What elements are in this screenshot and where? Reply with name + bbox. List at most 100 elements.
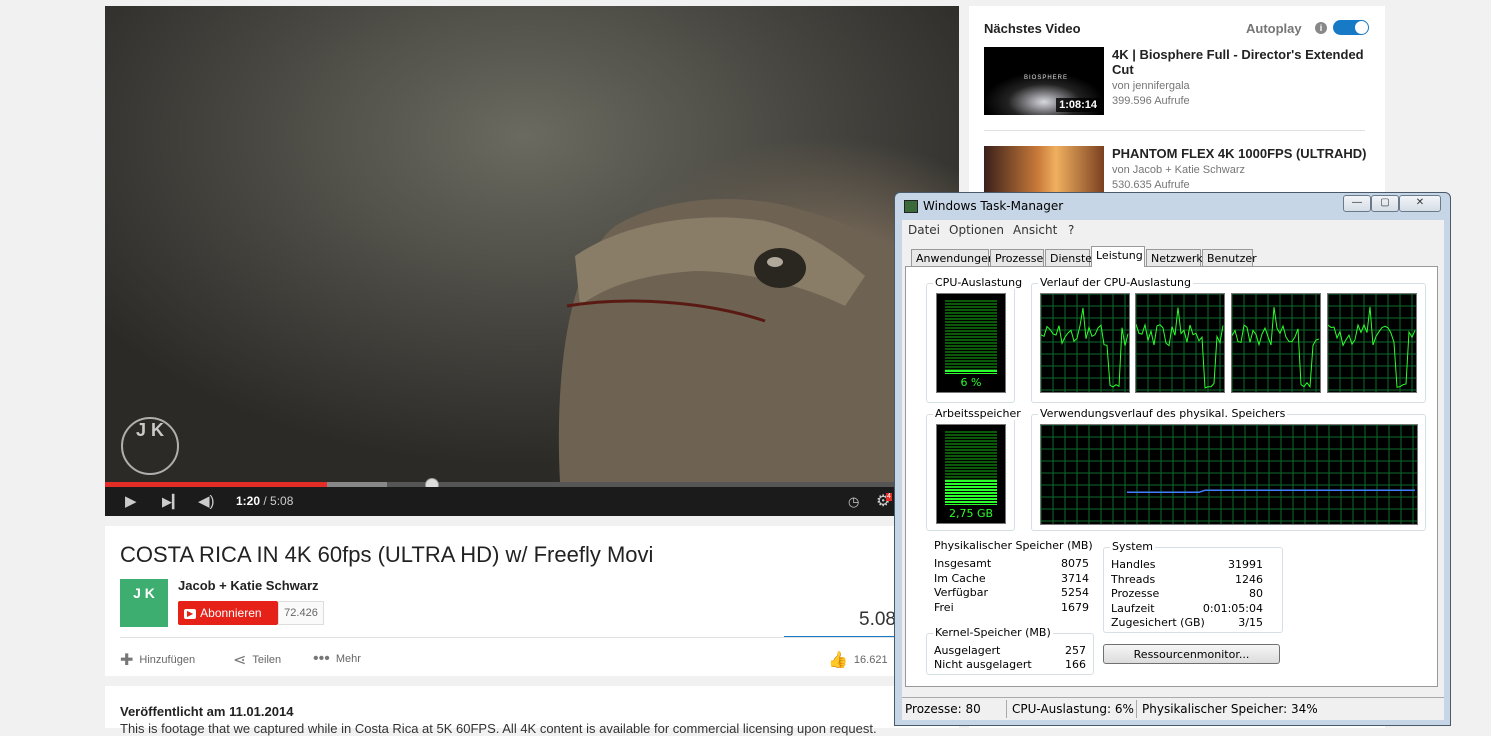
thumbs-up-icon: 👍 xyxy=(828,652,848,669)
related-video-views: 530.635 Aufrufe xyxy=(1112,179,1190,191)
current-time: 1:20 xyxy=(236,494,261,508)
menu-datei[interactable]: Datei xyxy=(908,223,940,237)
stat-value: 3714 xyxy=(1061,572,1089,585)
share-button[interactable]: ⋖ Teilen xyxy=(233,650,281,670)
menu-ansicht[interactable]: Ansicht xyxy=(1013,223,1057,237)
channel-watermark[interactable]: J K xyxy=(121,417,179,475)
system-label: System xyxy=(1110,540,1156,553)
more-button[interactable]: ••• Mehr xyxy=(313,650,361,668)
task-manager-window[interactable]: Windows Task-Manager — ▢ ✕ Datei Optione… xyxy=(894,192,1451,726)
description-text: This is footage that we captured while i… xyxy=(120,721,877,736)
time-display: 1:20 / 5:08 xyxy=(236,487,293,516)
stat-row: Zugesichert (GB) 3/15 xyxy=(1111,616,1263,629)
player-controls: ▶ ▶▎ ◀) 1:20 / 5:08 ◷ ⚙ 4 xyxy=(105,487,959,516)
cpu-history-graph xyxy=(1231,293,1321,393)
tab-benutzer[interactable]: Benutzer xyxy=(1202,249,1257,266)
stat-row: Prozesse 80 xyxy=(1111,587,1263,600)
plus-icon: ✚ xyxy=(120,652,134,669)
youtube-play-icon: ▶ xyxy=(184,608,197,619)
cpu-history-line xyxy=(1328,306,1416,388)
stat-key: Verfügbar xyxy=(934,586,989,599)
related-video-title[interactable]: PHANTOM FLEX 4K 1000FPS (ULTRAHD) xyxy=(1112,146,1377,161)
stat-value: 1679 xyxy=(1061,601,1089,614)
avatar-text: J K xyxy=(133,585,155,601)
meter-background xyxy=(945,300,997,374)
stat-key: Zugesichert (GB) xyxy=(1111,616,1205,629)
tab-dienste[interactable]: Dienste xyxy=(1045,249,1092,266)
channel-avatar[interactable]: J K xyxy=(120,579,168,627)
status-processes: Prozesse: 80 xyxy=(905,702,981,716)
next-icon[interactable]: ▶▎ xyxy=(162,487,182,516)
memory-history-group: Verwendungsverlauf des physikal. Speiche… xyxy=(1031,407,1426,531)
volume-icon[interactable]: ◀) xyxy=(198,487,215,516)
tab-anwendungen[interactable]: Anwendungen xyxy=(911,249,995,266)
cpu-meter: 6 % xyxy=(936,293,1006,393)
memory-usage-value: 2,75 GB xyxy=(948,507,994,520)
stat-row: Laufzeit 0:01:05:04 xyxy=(1111,602,1263,615)
autoplay-toggle[interactable] xyxy=(1333,20,1369,35)
like-count: 16.621 xyxy=(853,653,888,666)
stat-value: 1246 xyxy=(1235,573,1263,586)
video-thumbnail[interactable]: BIOSPHERE 1:08:14 xyxy=(984,47,1104,115)
channel-name-link[interactable]: Jacob + Katie Schwarz xyxy=(178,578,319,593)
share-icon: ⋖ xyxy=(233,652,247,669)
stat-row: Frei 1679 xyxy=(934,601,1089,614)
next-video-heading: Nächstes Video xyxy=(984,21,1081,36)
notification-badge: 4 xyxy=(886,493,892,501)
stat-value: 257 xyxy=(1065,644,1086,657)
stat-value: 0:01:05:04 xyxy=(1202,602,1263,615)
minimize-button[interactable]: — xyxy=(1343,195,1371,212)
watch-later-icon[interactable]: ◷ xyxy=(848,487,859,516)
memory-meter-fill xyxy=(945,480,997,505)
cpu-history-line xyxy=(1041,307,1129,388)
stat-value: 166 xyxy=(1065,658,1086,671)
subscribe-button[interactable]: ▶ Abonnieren xyxy=(178,601,278,625)
stat-key: Handles xyxy=(1111,558,1156,571)
menu-help[interactable]: ? xyxy=(1068,223,1074,237)
add-label: Hinzufügen xyxy=(139,653,196,666)
memory-meter: 2,75 GB xyxy=(936,424,1006,524)
related-video-views: 399.596 Aufrufe xyxy=(1112,95,1190,107)
maximize-button[interactable]: ▢ xyxy=(1371,195,1399,212)
stat-row: Insgesamt 8075 xyxy=(934,557,1089,570)
cpu-usage-value: 6 % xyxy=(960,376,982,389)
physical-memory-group: Physikalischer Speicher (MB) Insgesamt 80… xyxy=(926,539,1095,619)
stat-key: Prozesse xyxy=(1111,587,1160,600)
related-video-author: von jennifergala xyxy=(1112,80,1190,92)
divider xyxy=(120,637,959,638)
tab-leistung[interactable]: Leistung xyxy=(1091,246,1145,267)
cpu-history-graph xyxy=(1135,293,1225,393)
video-image xyxy=(558,199,959,482)
stat-key: Nicht ausgelagert xyxy=(934,658,1032,671)
more-dots-icon: ••• xyxy=(313,650,330,667)
cpu-history-group: Verlauf der CPU-Auslastung xyxy=(1031,276,1426,403)
video-player[interactable]: J K ▶ ▶▎ ◀) 1:20 / 5:08 ◷ ⚙ 4 xyxy=(105,6,959,516)
stat-row: Threads 1246 xyxy=(1111,573,1263,586)
description-panel: Veröffentlicht am 11.01.2014 This is foo… xyxy=(105,686,959,736)
task-manager-icon xyxy=(904,200,918,213)
video-frame[interactable]: J K xyxy=(105,6,959,482)
tab-netzwerk[interactable]: Netzwerk xyxy=(1146,249,1203,266)
menu-optionen[interactable]: Optionen xyxy=(949,223,1004,237)
performance-panel: CPU-Auslastung 6 % Verlauf der CPU-Ausla… xyxy=(905,266,1438,687)
stat-key: Threads xyxy=(1111,573,1156,586)
resource-monitor-button[interactable]: Ressourcenmonitor... xyxy=(1103,644,1280,664)
memory-history-label: Verwendungsverlauf des physikal. Speiche… xyxy=(1038,407,1288,420)
like-button[interactable]: 👍 16.621 xyxy=(828,650,888,670)
cpu-history-graph xyxy=(1327,293,1417,393)
status-memory: Physikalischer Speicher: 34% xyxy=(1142,702,1318,716)
share-label: Teilen xyxy=(252,653,282,666)
close-button[interactable]: ✕ xyxy=(1399,195,1441,212)
related-video-title[interactable]: 4K | Biosphere Full - Director's Extende… xyxy=(1112,47,1377,77)
memory-history-line xyxy=(1127,489,1415,494)
info-icon[interactable]: i xyxy=(1315,22,1327,34)
add-to-button[interactable]: ✚ Hinzufügen xyxy=(120,650,195,670)
status-separator xyxy=(1136,700,1137,718)
stat-value: 3/15 xyxy=(1238,616,1263,629)
stat-key: Frei xyxy=(934,601,954,614)
play-icon[interactable]: ▶ xyxy=(125,487,137,516)
settings-gear-icon[interactable]: ⚙ xyxy=(876,487,890,516)
tab-prozesse[interactable]: Prozesse xyxy=(990,249,1044,266)
stat-row: Handles 31991 xyxy=(1111,558,1263,571)
subscribe-label: Abonnieren xyxy=(200,606,262,620)
